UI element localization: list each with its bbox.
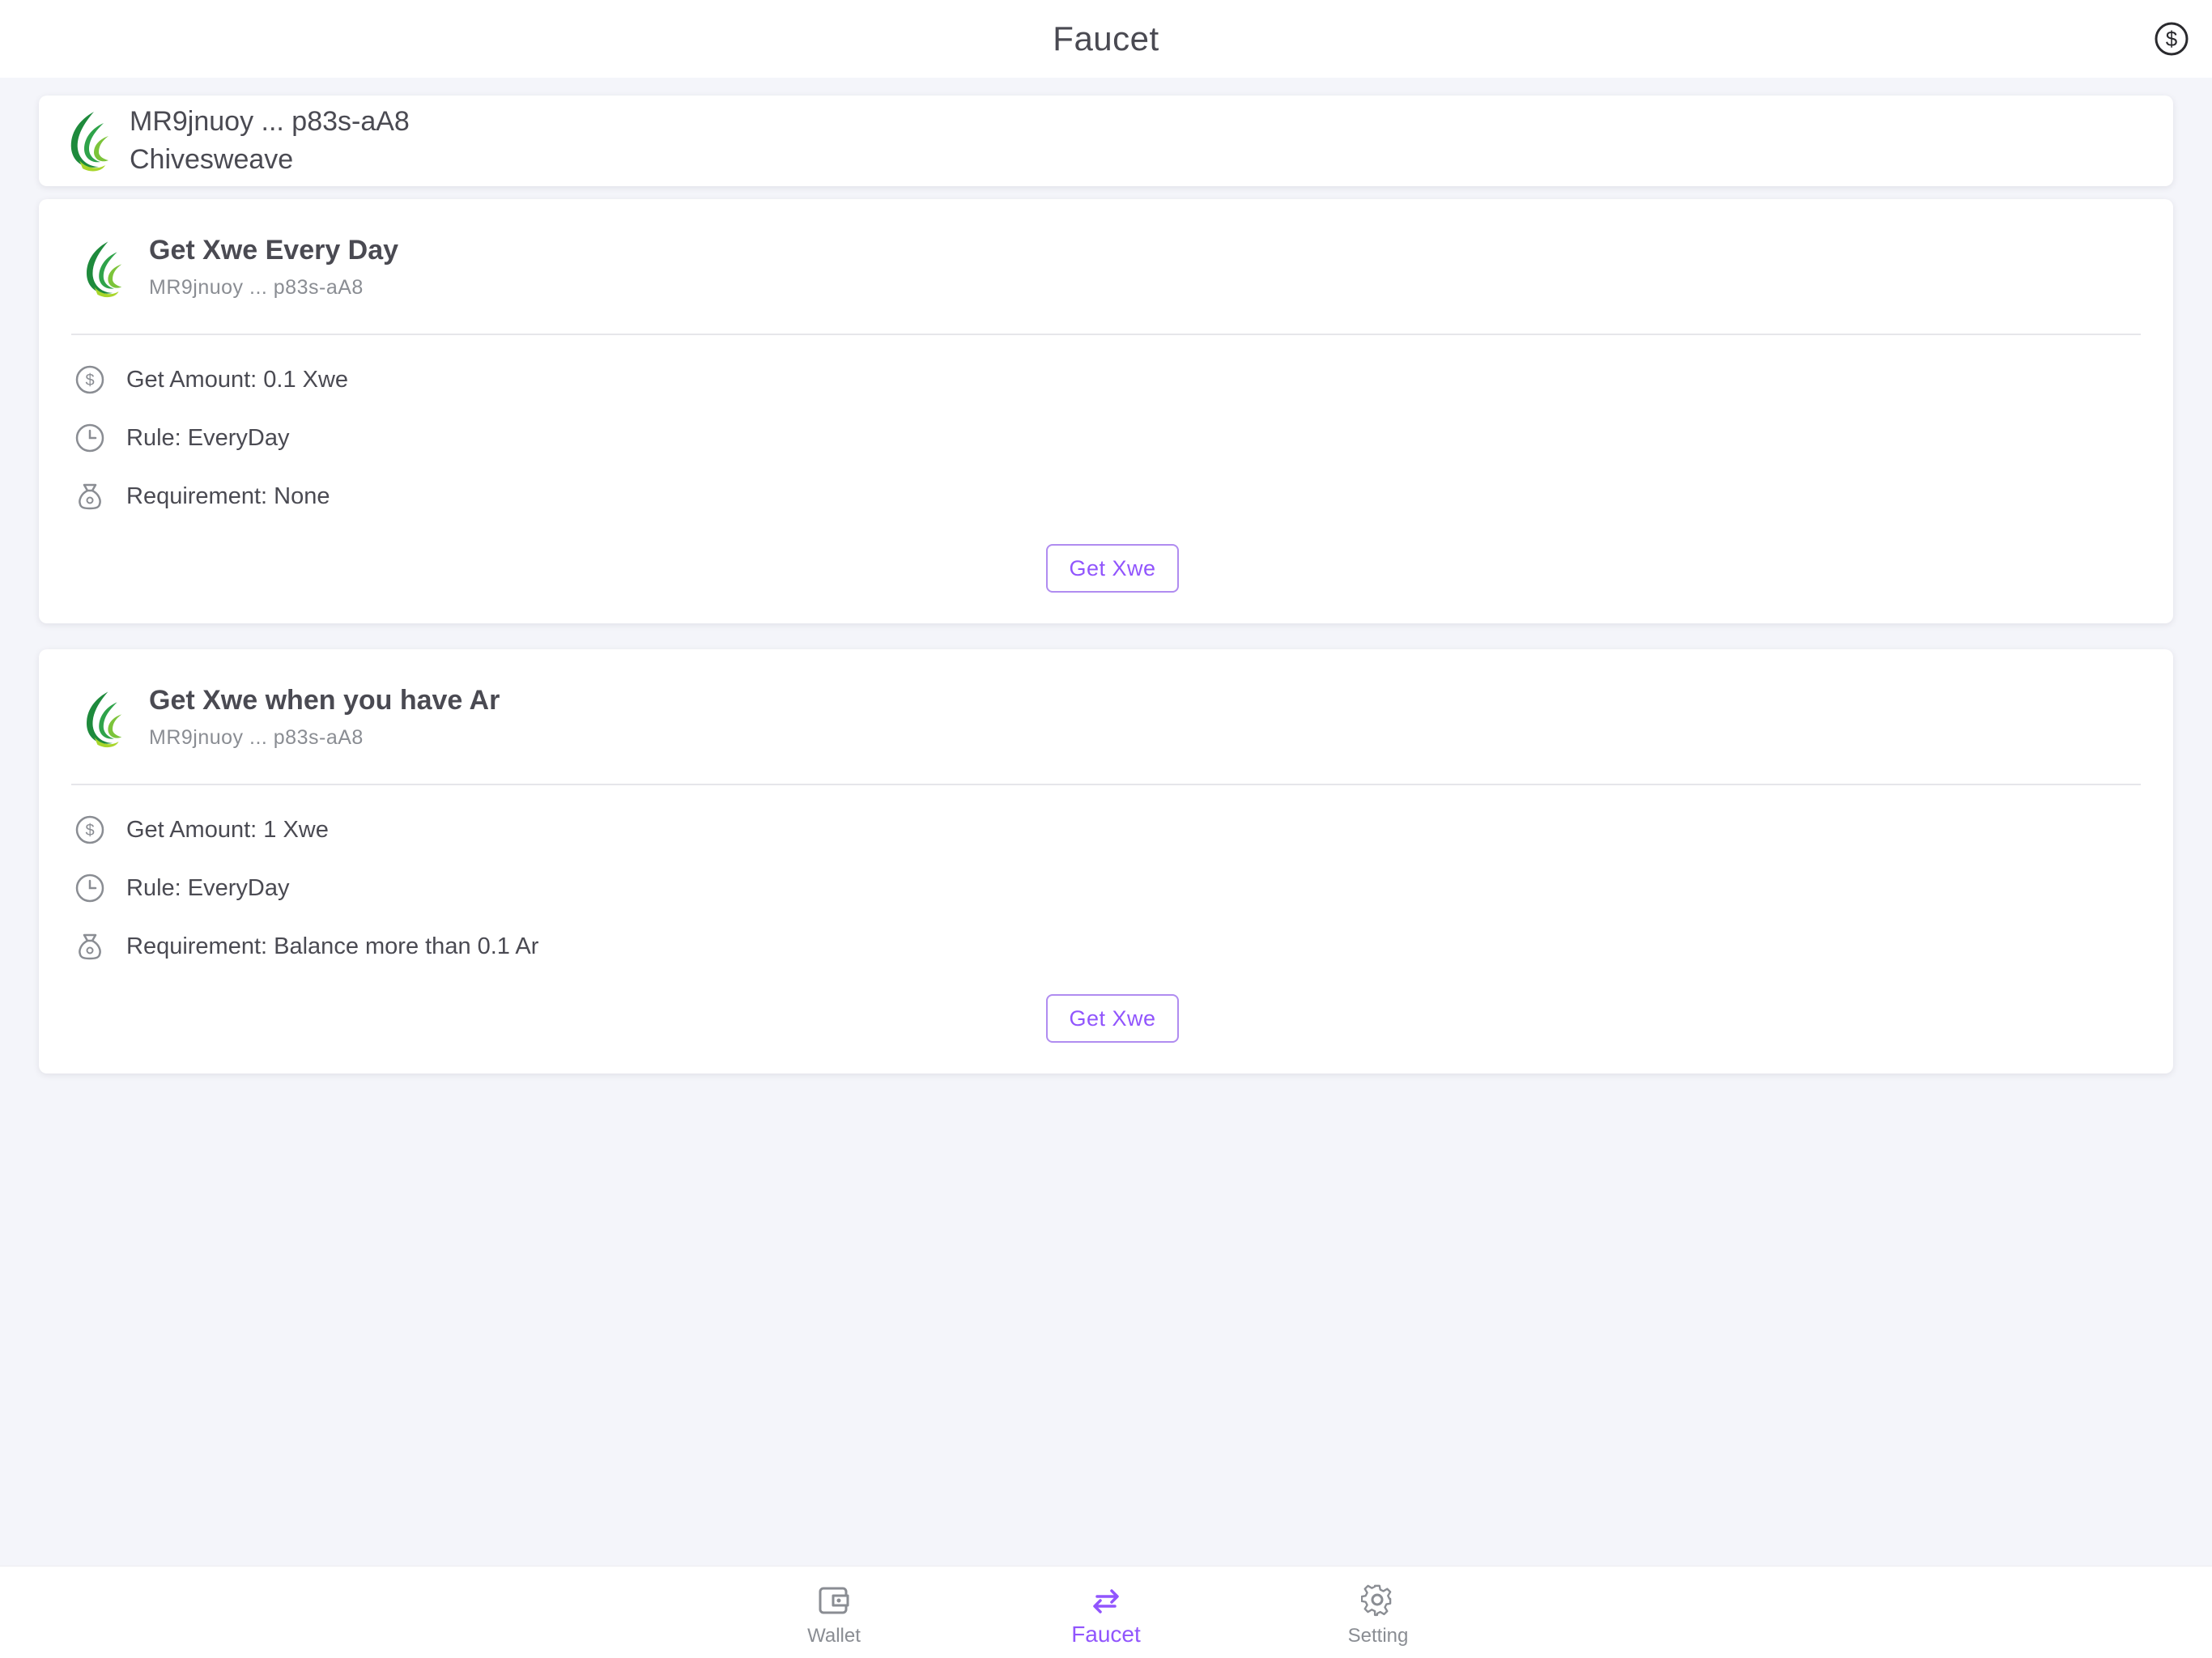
requirement-row: Requirement: None (73, 481, 348, 512)
nav-item-faucet[interactable]: Faucet (1025, 1583, 1187, 1647)
faucet-title: Get Xwe when you have Ar (149, 685, 500, 716)
swap-arrows-icon (1088, 1583, 1124, 1618)
dollar-circle-icon[interactable]: $ (2154, 21, 2189, 57)
dollar-circle-icon: $ (73, 363, 107, 397)
amount-row: $ Get Amount: 0.1 Xwe (73, 364, 348, 395)
gear-icon (1360, 1583, 1396, 1618)
page-title: Faucet (1053, 19, 1159, 57)
amount-row: $ Get Amount: 1 Xwe (73, 814, 538, 845)
svg-text:$: $ (85, 372, 94, 389)
faucet-address: MR9jnuoy ... p83s-aA8 (149, 276, 364, 299)
svg-text:$: $ (85, 822, 94, 840)
get-xwe-button[interactable]: Get Xwe (1046, 994, 1179, 1043)
chivesweave-logo-icon (78, 238, 125, 300)
account-card[interactable]: MR9jnuoy ... p83s-aA8 Chivesweave (39, 96, 2173, 186)
faucet-card-every-day: Get Xwe Every Day MR9jnuoy ... p83s-aA8 … (39, 199, 2173, 623)
requirement-text: Requirement: Balance more than 0.1 Ar (126, 933, 539, 959)
amount-text: Get Amount: 0.1 Xwe (126, 366, 349, 393)
dollar-circle-icon: $ (73, 813, 107, 847)
clock-icon (73, 421, 107, 455)
bottom-navigation: Wallet Faucet Setting (0, 1566, 2212, 1658)
faucet-title: Get Xwe Every Day (149, 235, 399, 266)
money-bag-icon (73, 479, 107, 513)
rule-text: Rule: EveryDay (126, 874, 290, 901)
nav-label: Faucet (1071, 1622, 1141, 1647)
requirement-text: Requirement: None (126, 483, 330, 509)
account-address: MR9jnuoy ... p83s-aA8 (130, 106, 410, 137)
get-xwe-button[interactable]: Get Xwe (1046, 544, 1179, 593)
requirement-row: Requirement: Balance more than 0.1 Ar (73, 931, 538, 962)
rule-row: Rule: EveryDay (73, 423, 348, 453)
divider (71, 784, 2141, 785)
svg-text:$: $ (2166, 27, 2178, 51)
rule-text: Rule: EveryDay (126, 424, 290, 451)
wallet-icon (816, 1583, 852, 1618)
nav-item-setting[interactable]: Setting (1297, 1583, 1459, 1647)
nav-label: Wallet (807, 1625, 861, 1647)
top-app-bar: Faucet $ (0, 0, 2212, 78)
account-network: Chivesweave (130, 144, 294, 175)
rule-row: Rule: EveryDay (73, 873, 538, 903)
nav-item-wallet[interactable]: Wallet (753, 1583, 915, 1647)
nav-label: Setting (1347, 1625, 1409, 1647)
clock-icon (73, 871, 107, 905)
faucet-address: MR9jnuoy ... p83s-aA8 (149, 726, 364, 749)
faucet-card-have-ar: Get Xwe when you have Ar MR9jnuoy ... p8… (39, 649, 2173, 1073)
chivesweave-logo-icon (62, 108, 112, 173)
chivesweave-logo-icon (78, 688, 125, 750)
divider (71, 334, 2141, 335)
money-bag-icon (73, 929, 107, 963)
amount-text: Get Amount: 1 Xwe (126, 816, 329, 843)
